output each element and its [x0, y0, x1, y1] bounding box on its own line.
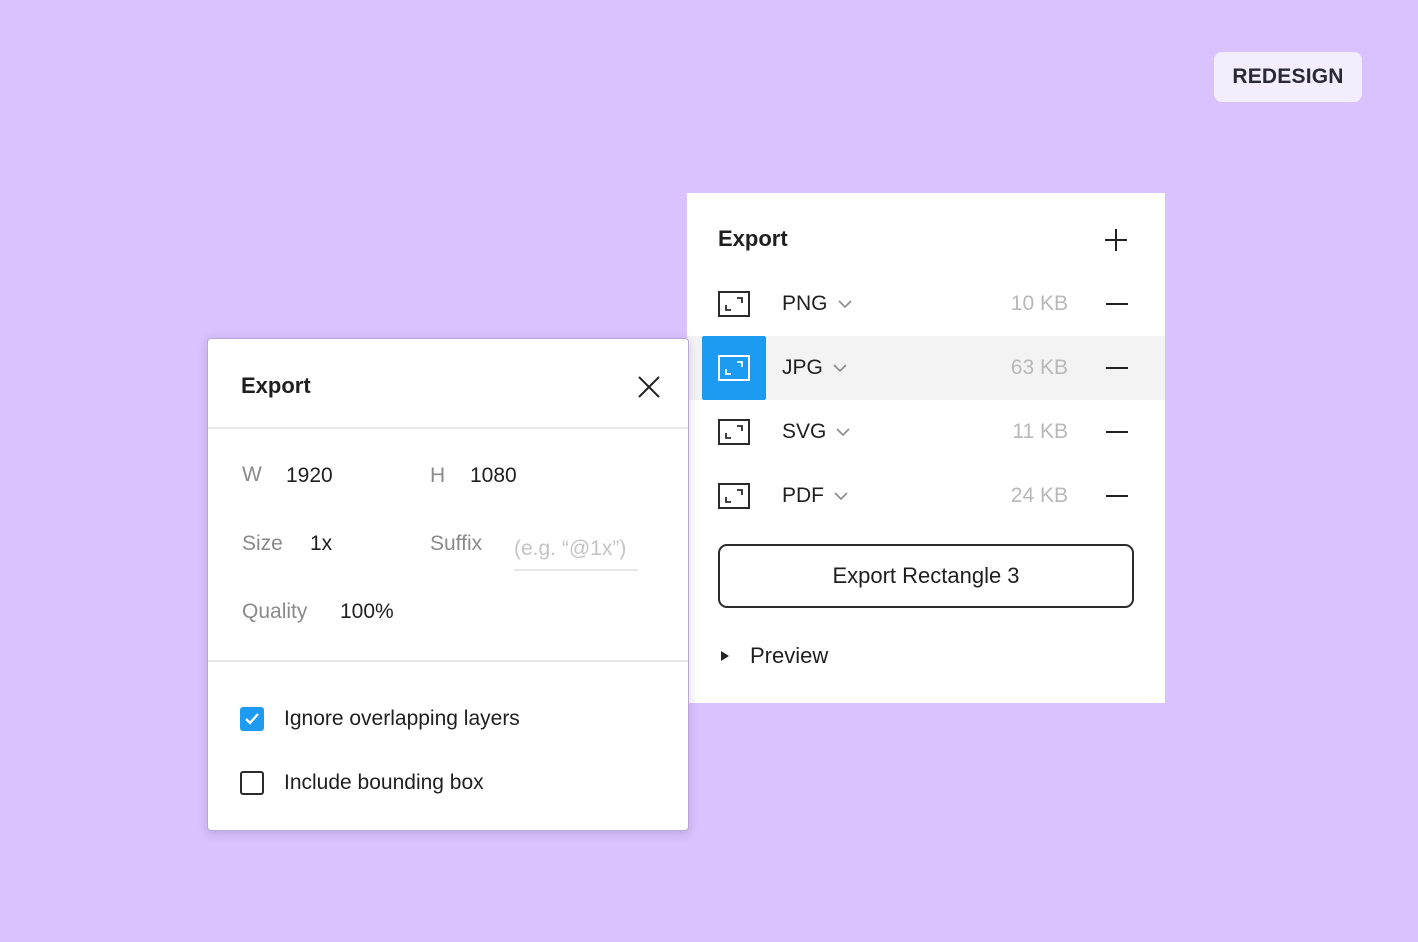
- remove-export-icon[interactable]: [1105, 293, 1129, 315]
- export-panel-title: Export: [718, 226, 788, 251]
- canvas-background: REDESIGN Export PNG 10 KB JPG 63 KB SVG …: [0, 0, 1418, 942]
- format-label: SVG: [782, 420, 827, 443]
- export-row-svg: SVG 11 KB: [687, 400, 1165, 464]
- quality-field[interactable]: 100%: [340, 600, 394, 624]
- height-field[interactable]: 1080: [470, 464, 517, 488]
- quality-label: Quality: [242, 600, 308, 623]
- file-size: 24 KB: [1010, 484, 1068, 507]
- chevron-down-icon: [834, 491, 848, 500]
- export-row-jpg: JPG 63 KB: [687, 336, 1165, 400]
- divider: [208, 427, 688, 429]
- export-row-pdf: PDF 24 KB: [687, 464, 1165, 528]
- preview-label: Preview: [750, 643, 829, 668]
- format-label: PNG: [782, 292, 828, 315]
- width-label: W: [242, 463, 262, 486]
- file-size: 10 KB: [1010, 292, 1068, 315]
- frame-icon[interactable]: [702, 400, 766, 464]
- close-icon[interactable]: [637, 375, 661, 399]
- frame-icon[interactable]: [702, 272, 766, 336]
- file-size: 11 KB: [1012, 420, 1068, 443]
- remove-export-icon[interactable]: [1105, 357, 1129, 379]
- dialog-title: Export: [241, 373, 311, 398]
- option-label: Include bounding box: [284, 771, 484, 794]
- remove-export-icon[interactable]: [1105, 421, 1129, 443]
- format-label: PDF: [782, 484, 824, 507]
- frame-icon[interactable]: [702, 336, 766, 400]
- checkbox-checked[interactable]: [240, 707, 264, 731]
- width-field[interactable]: 1920: [286, 464, 333, 488]
- redesign-badge: REDESIGN: [1214, 52, 1362, 102]
- size-label: Size: [242, 532, 283, 555]
- caret-right-icon: [721, 651, 729, 661]
- checkbox-unchecked[interactable]: [240, 771, 264, 795]
- checkmark-icon: [245, 713, 259, 725]
- format-select-svg[interactable]: SVG: [782, 400, 850, 464]
- frame-icon[interactable]: [702, 464, 766, 528]
- format-label: JPG: [782, 356, 823, 379]
- chevron-down-icon: [836, 427, 850, 436]
- divider: [208, 660, 688, 662]
- height-label: H: [430, 464, 446, 487]
- remove-export-icon[interactable]: [1105, 485, 1129, 507]
- suffix-label: Suffix: [430, 532, 483, 555]
- suffix-input[interactable]: [514, 529, 638, 571]
- export-rectangle-button[interactable]: Export Rectangle 3: [718, 544, 1134, 608]
- format-select-pdf[interactable]: PDF: [782, 464, 848, 528]
- ignore-overlapping-option[interactable]: Ignore overlapping layers: [240, 705, 520, 733]
- export-row-png: PNG 10 KB: [687, 272, 1165, 336]
- format-select-jpg[interactable]: JPG: [782, 336, 847, 400]
- chevron-down-icon: [837, 299, 852, 308]
- format-select-png[interactable]: PNG: [782, 272, 852, 336]
- add-export-icon[interactable]: [1103, 227, 1129, 253]
- include-bounding-box-option[interactable]: Include bounding box: [240, 769, 484, 797]
- export-settings-dialog: Export W 1920 H 1080 Size 1x Suffix Qual…: [207, 338, 689, 831]
- chevron-down-icon: [833, 363, 847, 372]
- file-size: 63 KB: [1010, 356, 1068, 379]
- size-field[interactable]: 1x: [310, 532, 332, 556]
- preview-toggle[interactable]: Preview: [720, 642, 828, 670]
- option-label: Ignore overlapping layers: [284, 707, 520, 730]
- export-panel: Export PNG 10 KB JPG 63 KB SVG 11 KB PDF…: [687, 193, 1165, 703]
